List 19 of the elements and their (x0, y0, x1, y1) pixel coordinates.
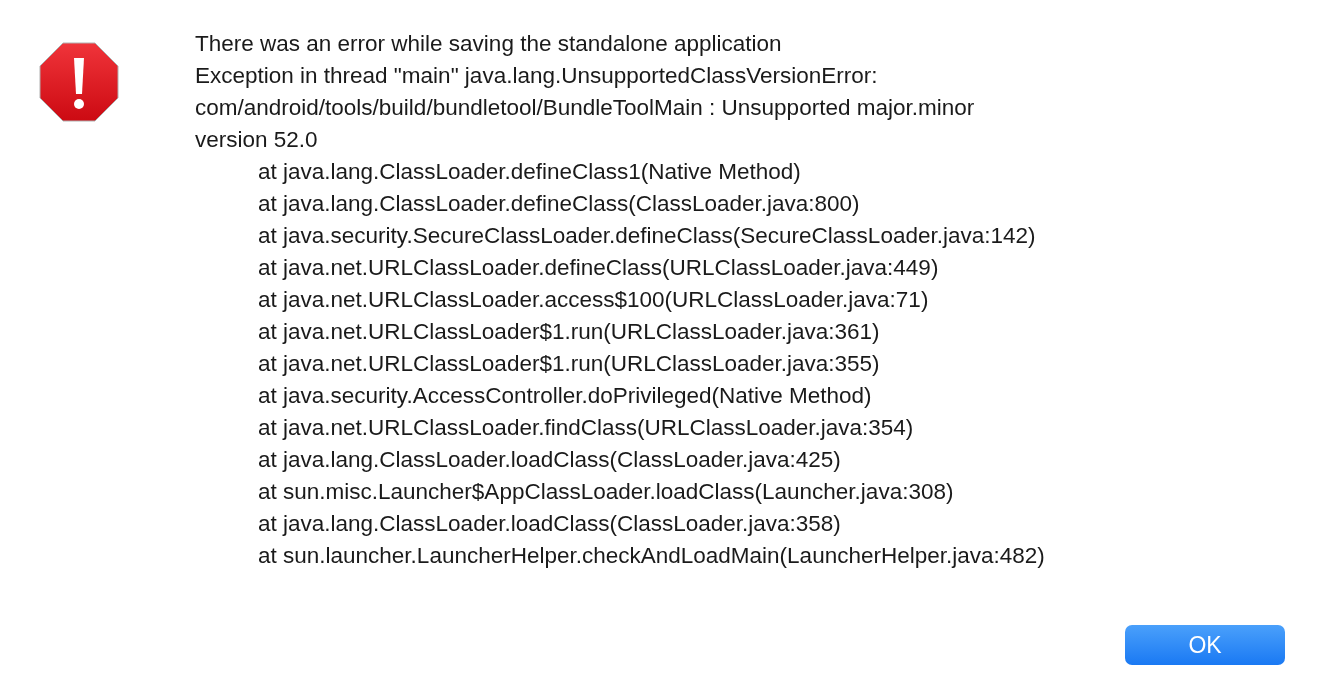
error-message-line: Exception in thread "main" java.lang.UnsupportedClassVersionError: (195, 62, 879, 90)
stack-trace-line: at java.security.AccessController.doPrivileged(Native Method) (257, 382, 873, 410)
stack-trace-line: at sun.misc.Launcher$AppClassLoader.loadClass(Launcher.java:308) (257, 478, 955, 506)
stack-trace-line: at java.lang.ClassLoader.loadClass(ClassLoader.java:425) (257, 446, 842, 474)
stop-warning-icon (39, 42, 119, 122)
stack-trace-line: at java.lang.ClassLoader.defineClass1(Native Method) (257, 158, 802, 186)
stack-trace-line: at java.net.URLClassLoader$1.run(URLClassLoader.java:361) (257, 318, 881, 346)
stack-trace-line: at java.net.URLClassLoader.findClass(URLClassLoader.java:354) (257, 414, 915, 442)
stack-trace-line: at java.net.URLClassLoader.defineClass(URLClassLoader.java:449) (257, 254, 940, 282)
stack-trace-line: at java.security.SecureClassLoader.defineClass(SecureClassLoader.java:142) (257, 222, 1037, 250)
stack-trace-line: at sun.launcher.LauncherHelper.checkAndLoadMain(LauncherHelper.java:482) (257, 542, 1045, 570)
stack-trace-line: at java.net.URLClassLoader.access$100(URLClassLoader.java:71) (257, 286, 930, 314)
error-message-line: version 52.0 (195, 126, 319, 154)
error-message-line: com/android/tools/build/bundletool/BundleToolMain : Unsupported major.minor (195, 94, 976, 122)
stack-trace-line: at java.lang.ClassLoader.loadClass(ClassLoader.java:358) (257, 510, 842, 538)
stack-trace-line: at java.lang.ClassLoader.defineClass(ClassLoader.java:800) (257, 190, 861, 218)
ok-button[interactable]: OK (1125, 625, 1285, 665)
stack-trace-line: at java.net.URLClassLoader$1.run(URLClassLoader.java:355) (257, 350, 881, 378)
error-message-line: There was an error while saving the standalone application (195, 30, 783, 58)
